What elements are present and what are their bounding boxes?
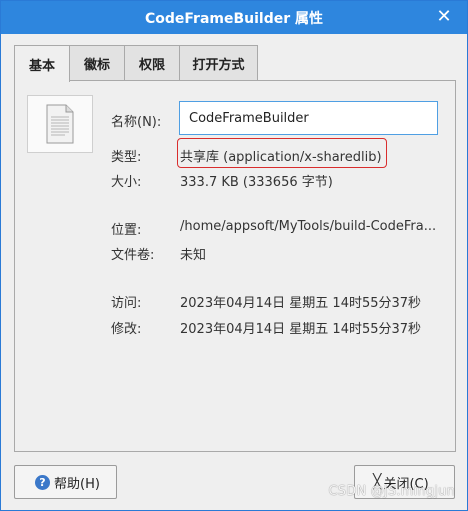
size-label: 大小: xyxy=(111,175,142,190)
file-icon-box[interactable] xyxy=(27,95,93,153)
watermark: CSDN @JS.mingjun xyxy=(328,484,455,499)
volume-label: 文件卷: xyxy=(111,248,155,263)
title-bar: CodeFrameBuilder 属性 ✕ xyxy=(1,1,467,34)
accessed-value: 2023年04月14日 星期五 14时55分37秒 xyxy=(180,296,422,311)
type-label: 类型: xyxy=(111,150,142,165)
location-value: /home/appsoft/MyTools/build-CodeFra... xyxy=(180,219,437,234)
help-icon: ? xyxy=(35,474,50,490)
properties-dialog: CodeFrameBuilder 属性 ✕ 基本 徽标 权限 打开方式 名称(N… xyxy=(0,0,468,511)
close-window-icon[interactable]: ✕ xyxy=(435,8,453,26)
name-label: 名称(N): xyxy=(111,115,162,130)
tab-permissions[interactable]: 权限 xyxy=(124,45,180,81)
location-label: 位置: xyxy=(111,223,142,238)
modified-value: 2023年04月14日 星期五 14时55分37秒 xyxy=(180,322,422,337)
tab-emblem[interactable]: 徽标 xyxy=(69,45,125,81)
help-button[interactable]: ? 帮助(H) xyxy=(14,465,117,499)
help-button-label: 帮助(H) xyxy=(54,476,100,492)
basic-page: 名称(N): 类型: 共享库 (application/x-sharedlib)… xyxy=(14,80,456,452)
type-highlight-box xyxy=(177,138,387,168)
tab-basic[interactable]: 基本 xyxy=(14,45,70,82)
tab-bar: 基本 徽标 权限 打开方式 xyxy=(14,45,258,82)
size-value: 333.7 KB (333656 字节) xyxy=(180,175,333,190)
window-title: CodeFrameBuilder 属性 xyxy=(144,10,324,27)
modified-label: 修改: xyxy=(111,322,142,337)
document-icon xyxy=(46,104,74,144)
name-field[interactable] xyxy=(179,101,438,135)
accessed-label: 访问: xyxy=(111,296,142,311)
tab-open-with[interactable]: 打开方式 xyxy=(179,45,258,81)
volume-value: 未知 xyxy=(180,248,207,263)
